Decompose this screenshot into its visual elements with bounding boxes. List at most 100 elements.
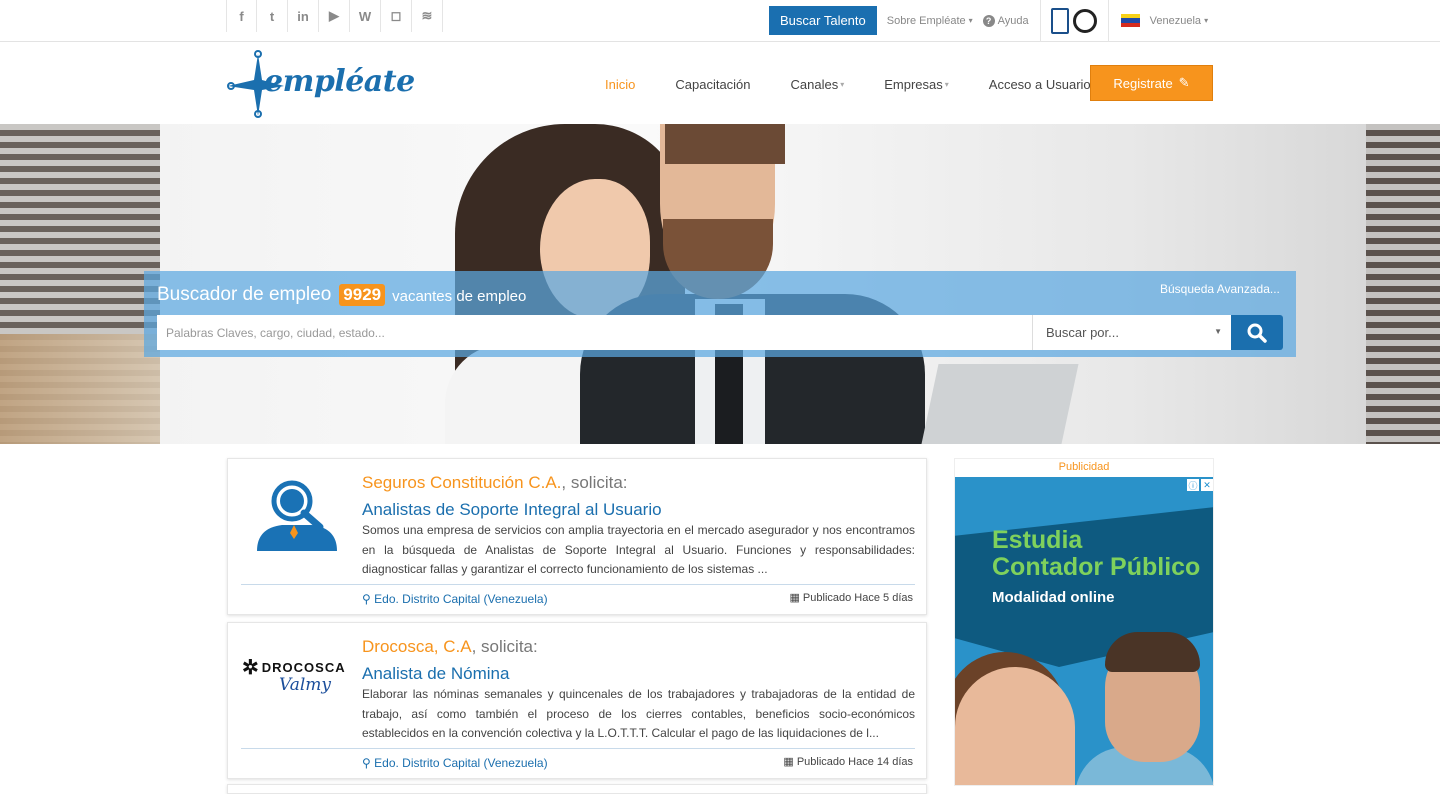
job-card[interactable]: Seguros Constitución C.A., solicita: Ana… [227,458,927,615]
search-title: Buscador de empleo 9929 vacantes de empl… [157,284,526,306]
ad-panel: Publicidad Estudia Contador Público Moda… [954,458,1214,786]
job-description: Somos una empresa de servicios con ampli… [362,523,915,576]
search-by-label: Buscar por... [1046,325,1119,340]
top-bar: f t in ▶ W ◻ ≋ Buscar Talento Sobre Empl… [0,0,1440,42]
map-marker-icon: ⚲ [362,592,371,606]
chevron-down-icon: ▾ [840,80,845,89]
search-button[interactable] [1231,315,1283,350]
venezuela-flag-icon [1120,14,1140,27]
certifications [1050,7,1097,34]
nav-item-empresas[interactable]: Empresas ▾ [884,77,949,92]
nav-label: Empresas [884,77,943,92]
nav-item-inicio[interactable]: Inicio [605,77,635,92]
job-description: Elaborar las nóminas semanales y quincen… [362,687,915,740]
window-wall [0,334,160,444]
empleate-logo[interactable]: empléate [226,50,415,118]
facebook-icon[interactable]: f [226,0,257,32]
job-company-line: Seguros Constitución C.A., solicita: [362,473,628,493]
job-title-link[interactable]: Analistas de Soporte Integral al Usuario [362,500,662,520]
nav-item-canales[interactable]: Canales ▾ [791,77,845,92]
ad-photo-woman [955,667,1075,785]
job-location: ⚲ Edo. Distrito Capital (Venezuela) [362,592,548,606]
divider [1040,0,1041,42]
ad-photo-man-hair [1105,632,1200,672]
job-company[interactable]: Seguros Constitución C.A. [362,473,561,492]
nav-item-capacitacion[interactable]: Capacitación [675,77,750,92]
vacancy-count-badge: 9929 [339,284,386,306]
chevron-down-icon: ▾ [1204,16,1209,25]
keyword-search-input[interactable]: Palabras Claves, cargo, ciudad, estado..… [157,315,1033,350]
job-company-line: Drocosca, C.A, solicita: [362,637,538,657]
register-button[interactable]: Registrate ✎ [1090,65,1213,101]
country-selector[interactable]: Venezuela ▾ [1150,15,1208,27]
nav-label: Inicio [605,77,636,92]
linkedin-icon[interactable]: in [288,0,319,32]
company-logo: ✲ DROCOSCA Valmy [242,637,352,727]
edit-icon: ✎ [1178,75,1190,90]
help-icon: ? [982,14,995,27]
window-blinds [1366,124,1440,444]
job-location-text: Edo. Distrito Capital (Venezuela) [374,592,548,606]
map-marker-icon: ⚲ [362,756,371,770]
sobre-empleate-link[interactable]: Sobre Empléate ▾ [887,15,973,27]
solicita-label: , solicita: [471,637,538,656]
ad-controls: ⓘ ✕ [1187,479,1213,491]
sobre-empleate-label: Sobre Empléate [886,14,966,27]
seal-icon [1072,8,1097,33]
country-label: Venezuela [1149,14,1202,27]
ad-headline-line2: Contador Público [992,553,1201,581]
buscar-talento-button[interactable]: Buscar Talento [769,6,877,35]
snowflake-icon: ✲ [242,657,259,679]
job-card[interactable]: ✲ DROCOSCA Valmy Drocosca, C.A, solicita… [227,622,927,779]
social-links: f t in ▶ W ◻ ≋ [226,0,443,32]
job-published: ▦ Publicado Hace 14 días [783,755,913,768]
ayuda-link[interactable]: ? Ayuda [982,14,1029,27]
job-published-text: Publicado Hace 14 días [796,756,913,768]
solicita-label: , solicita: [561,473,628,492]
calendar-icon: ▦ [789,592,800,604]
ad-subheadline: Modalidad online [992,589,1115,606]
rss-icon[interactable]: ≋ [412,0,443,32]
search-icon [1247,323,1267,343]
nav-label: Canales [790,77,839,92]
divider [241,584,915,585]
job-published: ▦ Publicado Hace 5 días [789,591,913,604]
job-title-link[interactable]: Analista de Nómina [362,664,509,684]
job-location-text: Edo. Distrito Capital (Venezuela) [374,756,548,770]
caret-down-icon: ▼ [1214,327,1222,336]
ad-headline-line1: Estudia [992,526,1083,554]
company-logo [242,473,352,563]
register-label: Registrate [1113,75,1173,91]
search-by-select[interactable]: Buscar por... ▼ [1032,315,1231,350]
top-right-menu: Buscar Talento Sobre Empléate ▾ ? Ayuda Ve… [769,6,1208,35]
logo-wordmark: empléate [264,64,415,99]
youtube-icon[interactable]: ▶ [319,0,350,32]
nav-label: Capacitación [675,77,751,92]
chevron-down-icon: ▾ [944,80,949,89]
wordpress-icon[interactable]: W [350,0,381,32]
photo-laptop [921,364,1079,444]
ad-banner[interactable]: Estudia Contador Público Modalidad onlin… [955,477,1213,785]
main-nav: Inicio Capacitación Canales ▾ Empresas ▾ A… [605,77,1143,92]
instagram-icon[interactable]: ◻ [381,0,412,32]
ad-headline: Estudia Contador Público [992,527,1200,581]
search-subtitle: vacantes de empleo [392,288,527,305]
valmy-logo-text: Valmy [279,675,332,695]
nav-label: Acceso a Usuarios [988,77,1098,92]
ad-label: Publicidad [1058,461,1110,473]
job-published-text: Publicado Hace 5 días [802,592,913,604]
twitter-icon[interactable]: t [257,0,288,32]
chevron-down-icon: ▾ [968,16,973,25]
job-company[interactable]: Drocosca, C.A [362,637,472,656]
nav-item-acceso-usuarios[interactable]: Acceso a Usuarios▾ [989,77,1103,92]
main-header: empléate Inicio Capacitación Canales ▾ Em… [0,42,1440,124]
ayuda-label: Ayuda [997,14,1029,27]
close-icon[interactable]: ✕ [1201,479,1213,491]
adchoices-icon[interactable]: ⓘ [1187,479,1199,491]
photo-man-hair [665,124,785,164]
iso-certification-icon [1050,7,1069,34]
advanced-search-link[interactable]: Búsqueda Avanzada... [1160,282,1280,296]
person-search-icon [257,480,337,551]
drocosca-logo-text: DROCOSCA [261,660,346,675]
job-location: ⚲ Edo. Distrito Capital (Venezuela) [362,756,548,770]
